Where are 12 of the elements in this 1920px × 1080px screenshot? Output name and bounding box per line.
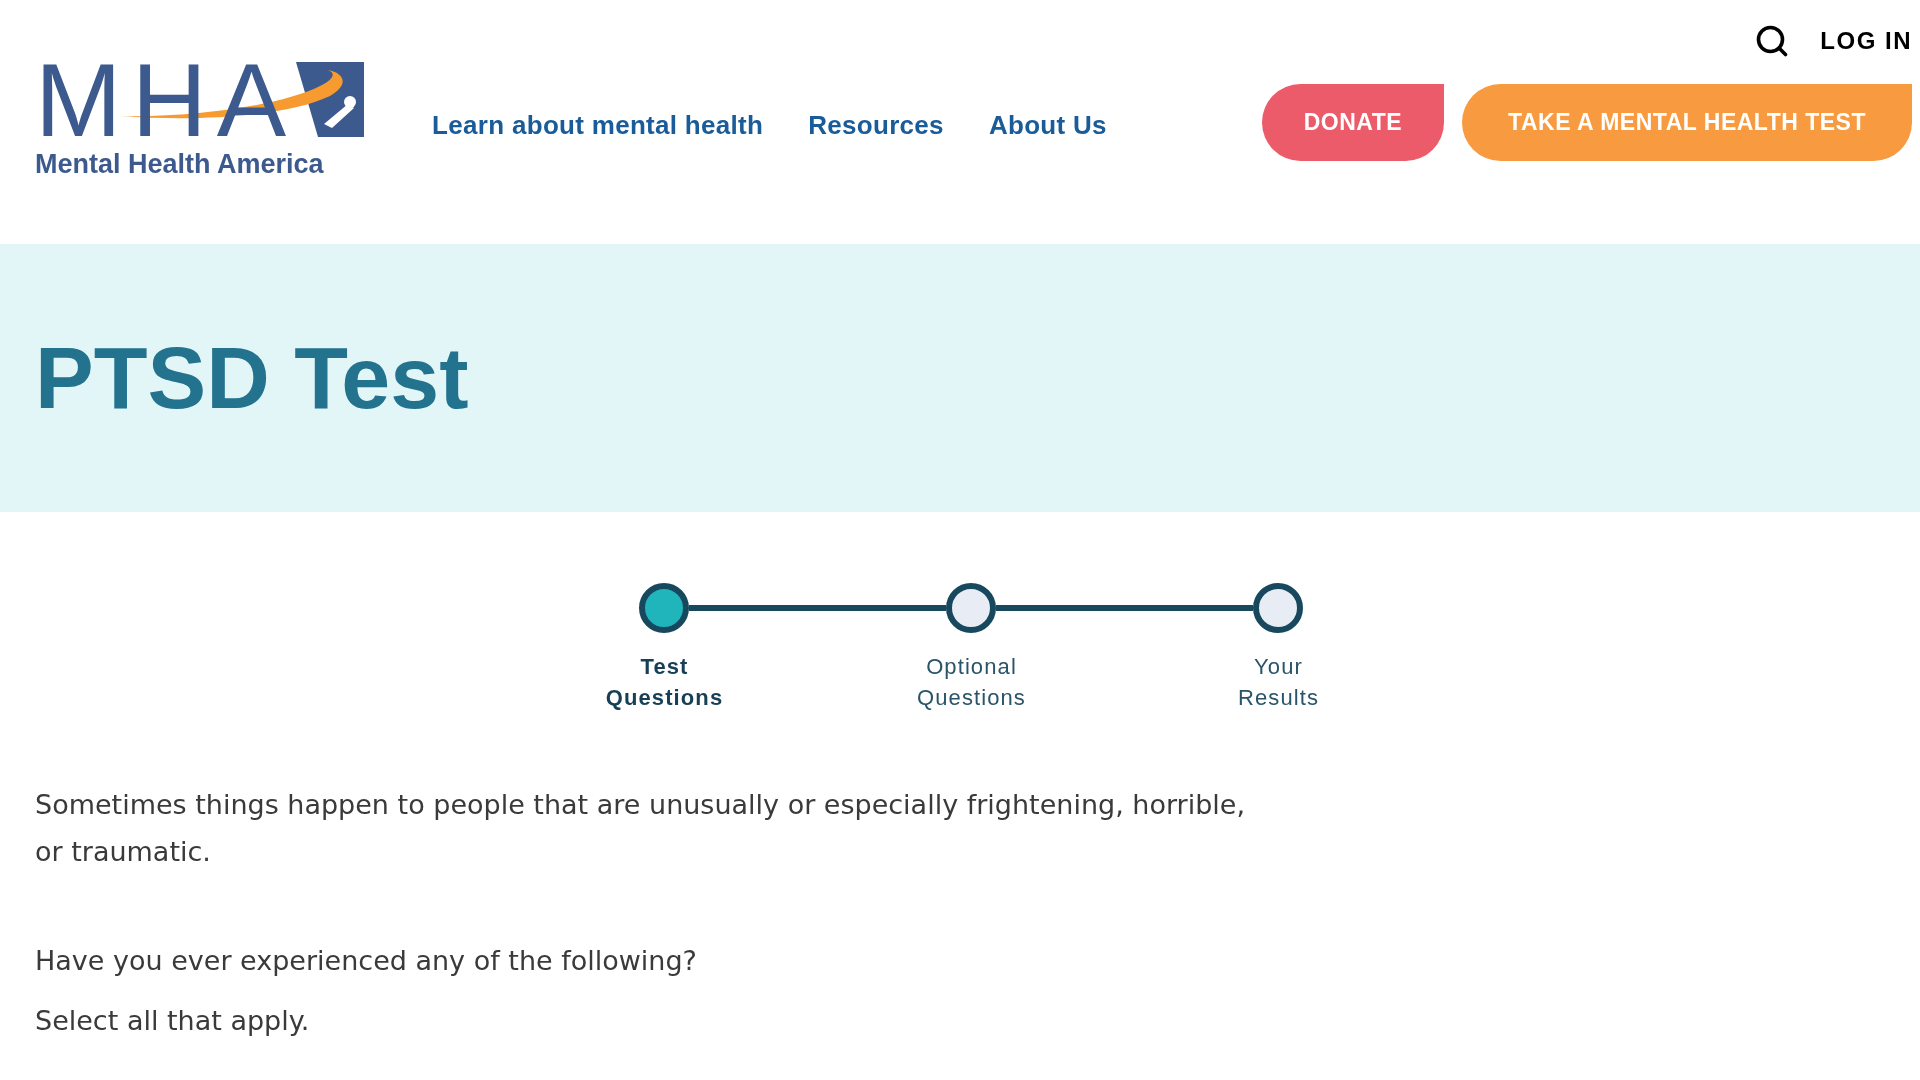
login-link[interactable]: LOG IN — [1820, 23, 1912, 59]
step-label: Your Results — [1236, 653, 1321, 712]
nav-link[interactable]: Learn about mental health — [432, 107, 764, 143]
step-label: Optional Questions — [916, 653, 1027, 712]
step-label: Test Questions — [604, 653, 725, 712]
question-instruction: Select all that apply. — [35, 1004, 310, 1038]
page-title: PTSD Test — [35, 328, 469, 428]
intro-paragraph: Sometimes things happen to people that are unusually or especially frightening, horrible, or traumatic. — [35, 788, 1246, 869]
nav-link[interactable]: About Us — [988, 107, 1107, 143]
question-prompt: Have you ever experienced any of the following? — [35, 944, 697, 978]
nav-link[interactable]: Resources — [808, 107, 944, 143]
logo-name[interactable]: Mental Health America — [35, 146, 365, 182]
